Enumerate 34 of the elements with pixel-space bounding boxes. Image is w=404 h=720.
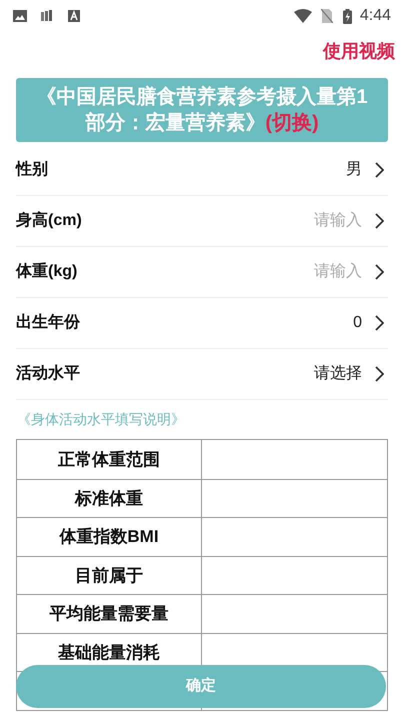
- table-cell-text: 体重指数BMI: [59, 526, 159, 548]
- table-cell-text: 基础能量消耗: [58, 642, 160, 664]
- help-link[interactable]: 《身体活动水平填写说明》: [17, 408, 185, 430]
- battery-charging-icon: [342, 8, 352, 24]
- table-cell-text: 平均能量需要量: [50, 603, 168, 625]
- field-value: 0: [353, 313, 362, 333]
- wifi-icon: [294, 9, 312, 23]
- table-cell-text: 目前属于: [75, 564, 143, 586]
- cards-icon: [41, 10, 53, 22]
- video-link[interactable]: 使用视频: [323, 38, 395, 64]
- chevron-right-icon: [374, 315, 384, 331]
- input-field[interactable]: 请输入: [212, 209, 362, 233]
- field-value: 男: [346, 160, 362, 180]
- chevron-right-icon: [374, 264, 384, 280]
- status-time: 4:44: [360, 6, 391, 26]
- table-cell-text: 标准体重: [75, 488, 143, 510]
- image-icon: [13, 10, 27, 22]
- field-label: 活动水平: [16, 364, 80, 384]
- field-label: 出生年份: [16, 312, 80, 333]
- field-value: 请选择: [314, 364, 362, 384]
- field-label: 身高(cm): [16, 210, 82, 231]
- switch-link[interactable]: (切换): [265, 112, 319, 134]
- field-label: 性别: [16, 160, 48, 180]
- chevron-right-icon: [374, 162, 384, 178]
- no-sim-icon: [320, 9, 333, 23]
- chevron-right-icon: [374, 366, 384, 382]
- standard-banner[interactable]: 《中国居民膳食营养素参考摄入量第1部分：宏量营养素》(切换): [16, 78, 388, 142]
- table-cell-text: 正常体重范围: [58, 448, 160, 470]
- chevron-right-icon: [374, 213, 384, 229]
- input-field[interactable]: 请输入: [212, 260, 362, 284]
- letter-icon: [68, 10, 80, 22]
- confirm-button[interactable]: 确定: [16, 665, 386, 708]
- field-label: 体重(kg): [16, 261, 78, 282]
- standard-title: 《中国居民膳食营养素参考摄入量第1部分：宏量营养素》(切换): [36, 86, 368, 134]
